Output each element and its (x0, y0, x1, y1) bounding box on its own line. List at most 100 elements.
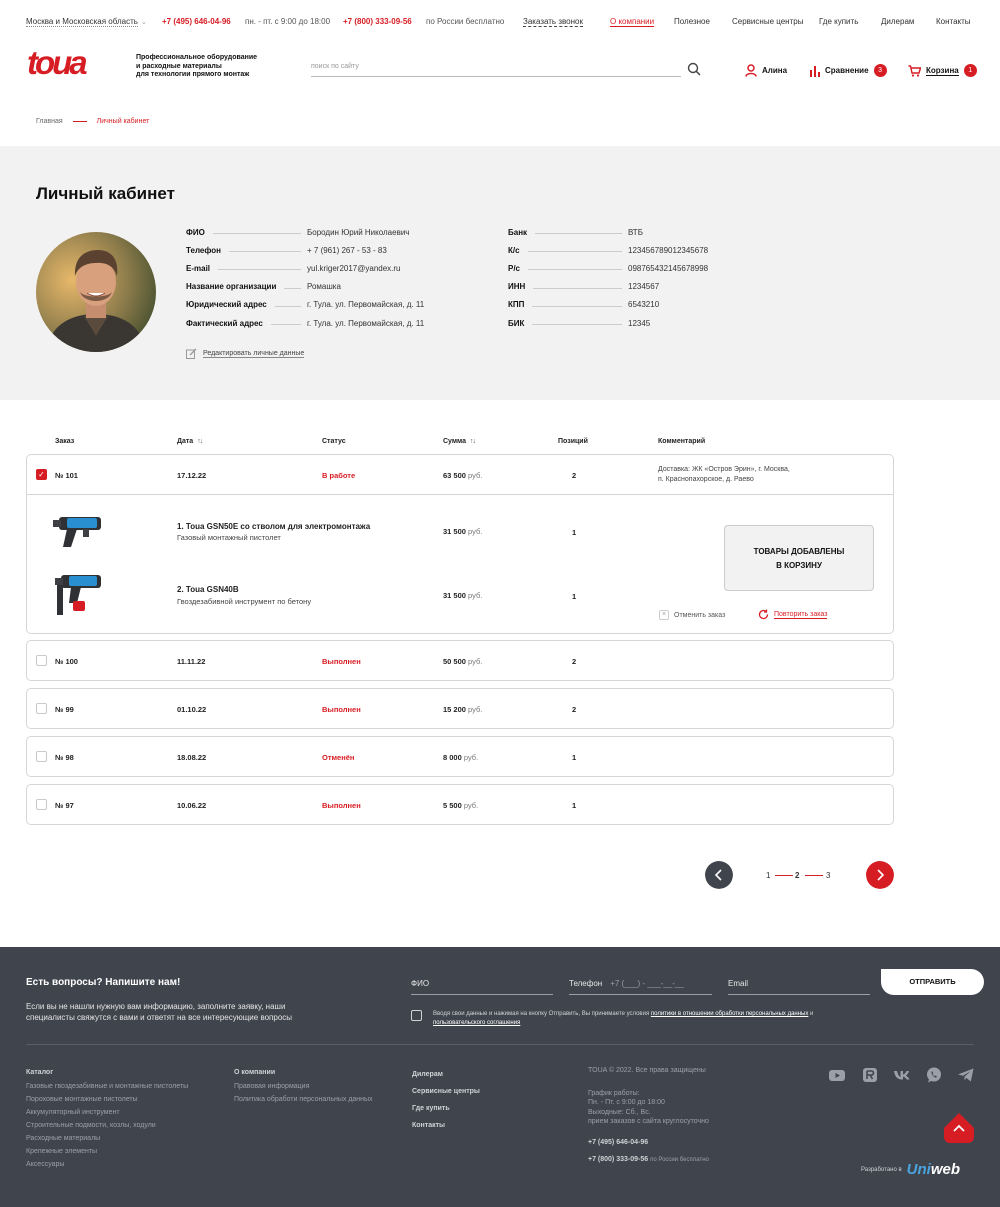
toua-logo[interactable]: toua (26, 46, 118, 80)
nav-useful[interactable]: Полезное (674, 17, 710, 26)
footer-description: Если вы не нашли нужную вам информацию, … (26, 1002, 293, 1022)
table-row[interactable]: № 99 01.10.22 Выполнен 15 200 руб. 2 (26, 688, 894, 729)
footer-phone-1[interactable]: +7 (495) 646-04-96 (588, 1138, 709, 1148)
whatsapp-icon[interactable] (925, 1066, 943, 1084)
added-to-cart-line: В КОРЗИНУ (776, 561, 822, 570)
compare-link[interactable]: Сравнение 3 (810, 64, 887, 77)
cart-link[interactable]: Корзина 1 (908, 64, 977, 77)
region-selector[interactable]: Москва и Московская область ⌄ (26, 17, 147, 27)
profile-field-value: 6543210 (628, 300, 660, 310)
send-button[interactable]: ОТПРАВИТЬ (881, 969, 984, 995)
table-row[interactable]: ✓ № 101 17.12.22 В работе 63 500 руб. 2 … (27, 455, 893, 495)
footer-phone-2[interactable]: +7 (800) 333-09-56 (588, 1156, 648, 1163)
nav-dealers[interactable]: Дилерам (881, 17, 914, 26)
footer-link[interactable]: Расходные материалы (26, 1132, 188, 1145)
order-sum: 63 500 руб. (443, 471, 482, 480)
footer-link[interactable]: Газовые гвоздезабивные и монтажные писто… (26, 1080, 188, 1093)
developer-credit[interactable]: Разработано в Uniweb (861, 1161, 960, 1178)
page-separator (775, 875, 793, 876)
phone-russia[interactable]: +7 (800) 333-09-56 (343, 17, 412, 26)
footer-link[interactable]: Контакты (412, 1117, 480, 1134)
footer-link[interactable]: Пороховые монтажные пистолеты (26, 1093, 188, 1106)
search-input[interactable]: поиск по сайту (311, 60, 681, 77)
order-checkbox[interactable] (36, 751, 47, 762)
callback-link[interactable]: Заказать звонок (523, 17, 583, 27)
footer-name-field[interactable]: ФИО (411, 975, 553, 995)
product-name[interactable]: 2. Toua GSN40B (177, 585, 239, 594)
profile-field-value: г. Тула. ул. Первомайская, д. 11 (307, 318, 425, 328)
nav-about[interactable]: О компании (610, 17, 655, 27)
table-row[interactable]: № 97 10.06.22 Выполнен 5 500 руб. 1 (26, 784, 894, 825)
rutube-icon[interactable] (861, 1066, 879, 1084)
table-row[interactable]: № 98 18.08.22 Отменён 8 000 руб. 1 (26, 736, 894, 777)
youtube-icon[interactable] (828, 1066, 846, 1084)
repeat-order-label: Повторить заказ (774, 610, 828, 619)
developer-logo: Uniweb (907, 1161, 960, 1178)
order-number: № 100 (55, 657, 78, 666)
order-card-expanded: ✓ № 101 17.12.22 В работе 63 500 руб. 2 … (26, 454, 894, 634)
leader-line (229, 251, 301, 253)
profile-field-value: yul.kriger2017@yandex.ru (307, 263, 401, 273)
vk-icon[interactable] (893, 1066, 911, 1084)
page-2-current[interactable]: 2 (795, 871, 799, 880)
consent-and: и (810, 1011, 814, 1017)
nav-where-to-buy[interactable]: Где купить (819, 17, 858, 26)
footer-link[interactable]: Аккумуляторный инструмент (26, 1106, 188, 1119)
footer-link[interactable]: Правовая информация (234, 1080, 373, 1093)
footer-link[interactable]: Где купить (412, 1100, 480, 1117)
product-image-gsn40b (55, 575, 101, 615)
profile-field-row: Банк ВТБ (508, 227, 788, 237)
profile-field-value: г. Тула. ул. Первомайская, д. 11 (307, 300, 425, 310)
order-date: 18.08.22 (177, 753, 207, 762)
order-sum: 50 500 руб. (443, 657, 482, 666)
page-1[interactable]: 1 (766, 871, 770, 880)
footer-catalog-title[interactable]: Каталог (26, 1066, 188, 1079)
consent-checkbox[interactable] (411, 1010, 422, 1021)
privacy-policy-link[interactable]: политики в отношении обработки персональ… (651, 1011, 809, 1017)
profile-field-label: БИК (508, 318, 525, 328)
footer-email-field[interactable]: Email (728, 975, 870, 995)
product-name[interactable]: 1. Toua GSN50E со стволом для электромон… (177, 522, 370, 531)
profile-field-label: Телефон (186, 245, 221, 255)
cancel-order-button[interactable]: × Отменить заказ (659, 610, 725, 620)
cart-badge: 1 (963, 64, 977, 77)
page-separator (805, 875, 823, 876)
user-agreement-link[interactable]: пользовательского соглашения (433, 1020, 520, 1026)
product-image-gsn50e (53, 517, 101, 547)
order-date: 01.10.22 (177, 705, 207, 714)
search-icon[interactable] (687, 62, 701, 76)
repeat-order-button[interactable]: Повторить заказ (758, 609, 828, 620)
order-checkbox[interactable] (36, 799, 47, 810)
footer-link[interactable]: Строительные подмости, козлы, ходули (26, 1119, 188, 1132)
footer-link[interactable]: Аксессуары (26, 1158, 188, 1171)
user-account-link[interactable]: Алина (745, 64, 787, 77)
footer-link[interactable]: Политика обработи персональных данных (234, 1093, 373, 1106)
order-checkbox[interactable]: ✓ (36, 469, 47, 480)
order-checkbox[interactable] (36, 703, 47, 714)
next-page-button[interactable] (866, 861, 894, 889)
page-3[interactable]: 3 (826, 871, 830, 880)
profile-field-row: ИНН 1234567 (508, 282, 788, 292)
nav-service-centers[interactable]: Сервисные центры (732, 17, 803, 26)
order-checkbox[interactable] (36, 655, 47, 666)
edit-profile-link[interactable]: Редактировать личные данные (186, 348, 305, 359)
chevron-down-icon: ⌄ (140, 19, 147, 26)
footer-link[interactable]: Крепежные элементы (26, 1145, 188, 1158)
prev-page-button[interactable] (705, 861, 733, 889)
phone-moscow[interactable]: +7 (495) 646-04-96 (162, 17, 231, 26)
footer-company-title[interactable]: О компании (234, 1066, 373, 1079)
col-status: Статус (322, 438, 346, 445)
field-label: Телефон (569, 979, 603, 988)
telegram-icon[interactable] (957, 1066, 975, 1084)
scroll-top-button[interactable] (944, 1113, 974, 1143)
footer-link[interactable]: Дилерам (412, 1066, 480, 1083)
schedule-line: прием заказов с сайта круглосуточно (588, 1118, 709, 1125)
nav-contacts[interactable]: Контакты (936, 17, 971, 26)
breadcrumb-home[interactable]: Главная (36, 118, 63, 125)
col-sum[interactable]: Сумма ↑↓ (443, 438, 476, 445)
currency-label: руб. (468, 527, 483, 536)
col-date[interactable]: Дата ↑↓ (177, 438, 203, 445)
footer-phone-field[interactable]: Телефон +7 (___) - ___-__-__ (569, 975, 712, 995)
footer-link[interactable]: Сервисные центры (412, 1083, 480, 1100)
table-row[interactable]: № 100 11.11.22 Выполнен 50 500 руб. 2 (26, 640, 894, 681)
